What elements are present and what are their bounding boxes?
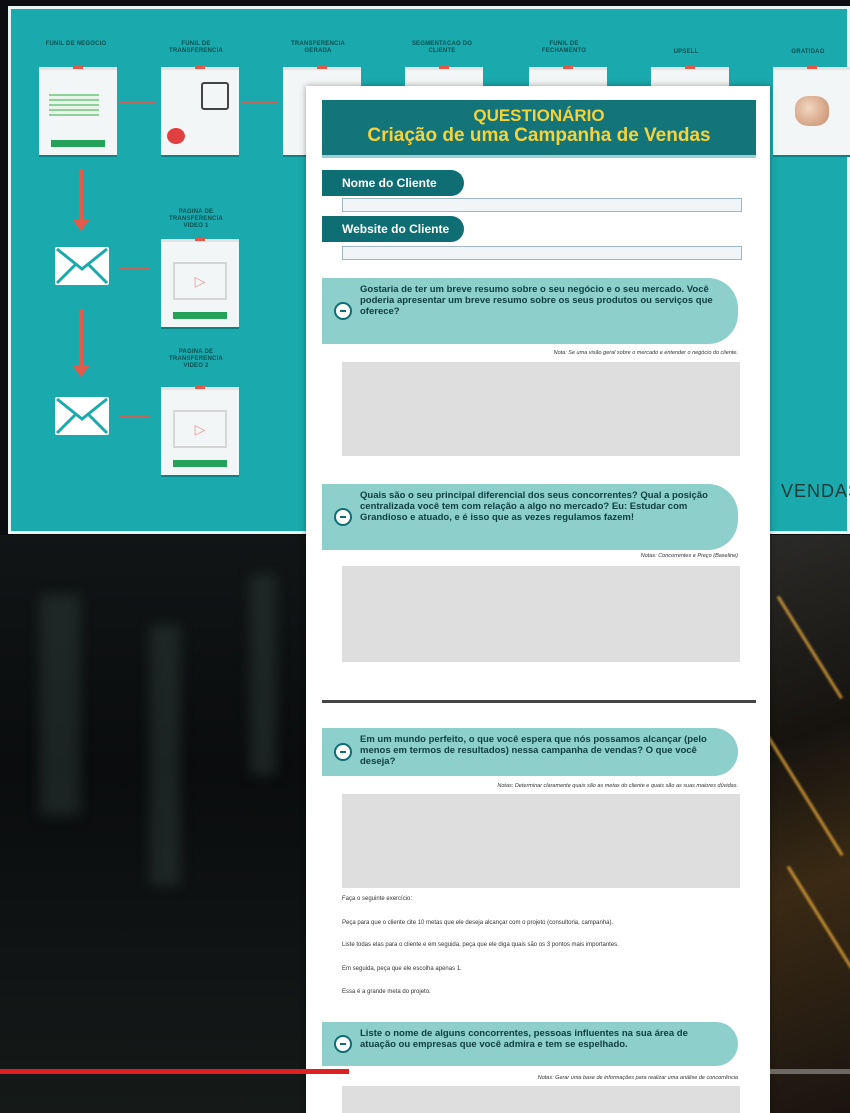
- question-1-note: Nota: Se uma visão geral sobre o mercado…: [553, 350, 738, 356]
- question-icon: [334, 1035, 352, 1053]
- card-pin: [685, 66, 695, 69]
- answer-box-2[interactable]: [342, 566, 740, 662]
- video-background-right: [768, 535, 850, 1113]
- step-label: FUNIL DE FECHAMENTO: [541, 41, 587, 54]
- question-2-text: Quais são o seu principal diferencial do…: [360, 490, 708, 523]
- card-pin: [317, 66, 327, 69]
- city-light-trail: [776, 595, 843, 700]
- question-2-note: Notas: Concorrentes e Preço (Baseline): [640, 553, 738, 559]
- card-pin: [563, 66, 573, 69]
- video-page-card-2: ▷: [161, 386, 239, 475]
- flow-arrow-down: [72, 309, 90, 377]
- step-label: FUNIL DE TRANSFERENCIA: [169, 41, 223, 54]
- card-pin: [195, 386, 205, 389]
- light-reflection: [250, 575, 276, 775]
- page-break: [322, 700, 756, 703]
- card-form-lines: [49, 94, 99, 116]
- card-pin: [439, 66, 449, 69]
- question-icon: [334, 302, 352, 320]
- step-label: FUNIL DE NEGOCIO: [45, 41, 107, 47]
- funnel-card-transfer: [161, 66, 239, 155]
- funnel-card-business: [39, 66, 117, 155]
- client-website-label: Website do Cliente: [322, 216, 464, 242]
- light-reflection: [150, 625, 180, 885]
- card-pin: [195, 66, 205, 69]
- step-label: UPSELL: [673, 49, 699, 55]
- question-3-text: Em um mundo perfeito, o que você espera …: [360, 734, 707, 767]
- card-pin: [195, 238, 205, 241]
- answer-box-1[interactable]: [342, 362, 740, 456]
- video-progress-fill: [0, 1069, 349, 1074]
- email-icon: [55, 397, 109, 435]
- flow-arrow-down: [72, 169, 90, 231]
- red-marker-icon: [167, 128, 185, 144]
- answer-box-3[interactable]: [342, 794, 740, 888]
- question-3: Em um mundo perfeito, o que você espera …: [322, 728, 738, 776]
- video-progress-bar[interactable]: [0, 1069, 850, 1074]
- question-2: Quais são o seu principal diferencial do…: [322, 484, 738, 550]
- card-pin: [807, 66, 817, 69]
- city-light-trail: [786, 865, 850, 970]
- instruction-line: Em seguida, peça que ele escolha apenas …: [342, 966, 462, 972]
- play-icon: ▷: [173, 262, 227, 300]
- client-name-field[interactable]: [342, 198, 742, 212]
- video-page-card-1: ▷: [161, 238, 239, 327]
- flow-arrow: [119, 101, 155, 104]
- city-light-trail: [768, 735, 844, 857]
- answer-box-4[interactable]: [342, 1086, 740, 1113]
- flow-arrow: [119, 267, 149, 270]
- document-header: QUESTIONÁRIO Criação de uma Campanha de …: [322, 100, 756, 158]
- instruction-line: Faça o seguinte exercício:: [342, 896, 413, 902]
- light-reflection: [40, 595, 80, 815]
- question-3-note: Notas: Determinar claramente quais são a…: [497, 783, 738, 789]
- heart-hands-icon: [795, 96, 829, 126]
- card-green-button: [173, 312, 227, 319]
- client-website-field[interactable]: [342, 246, 742, 260]
- video-background-left: [0, 535, 320, 1113]
- flow-arrow: [119, 415, 149, 418]
- side-step-label: PAGINA DE TRANSFERENCIA VIDEO 2: [169, 349, 223, 369]
- document-subtitle: Criação de uma Campanha de Vendas: [367, 125, 711, 146]
- play-icon: ▷: [173, 410, 227, 448]
- card-green-button: [51, 140, 105, 147]
- questionnaire-document: QUESTIONÁRIO Criação de uma Campanha de …: [306, 86, 770, 1113]
- instruction-line: Essa é a grande meta do projeto.: [342, 989, 431, 995]
- question-icon: [334, 508, 352, 526]
- question-4-note: Notas: Gerar uma base de informações par…: [537, 1075, 738, 1081]
- question-4-text: Liste o nome de alguns concorrentes, pes…: [360, 1028, 688, 1050]
- side-step-label: PAGINA DE TRANSFERENCIA VIDEO 1: [169, 209, 223, 229]
- instruction-line: Peça para que o cliente cite 10 metas qu…: [342, 920, 614, 926]
- card-green-button: [173, 460, 227, 467]
- client-name-label: Nome do Cliente: [322, 170, 464, 196]
- flow-arrow: [241, 101, 277, 104]
- step-label: GRATIDAO: [791, 49, 825, 55]
- calendar-icon: [201, 82, 229, 110]
- step-label: TRANSFERENCIA GERADA: [291, 41, 345, 54]
- question-4: Liste o nome de alguns concorrentes, pes…: [322, 1022, 738, 1066]
- card-pin: [73, 66, 83, 69]
- question-1-text: Gostaria de ter um breve resumo sobre o …: [360, 284, 713, 317]
- question-1: Gostaria de ter um breve resumo sobre o …: [322, 278, 738, 344]
- funnel-card-gratitude: [773, 66, 850, 155]
- question-icon: [334, 743, 352, 761]
- instruction-line: Liste todas elas para o cliente e em seg…: [342, 942, 619, 948]
- brand-watermark: VENDAS: [781, 481, 850, 501]
- document-title: QUESTIONÁRIO: [473, 106, 605, 125]
- step-label: SEGMENTACAO DO CLIENTE: [411, 41, 473, 54]
- email-icon: [55, 247, 109, 285]
